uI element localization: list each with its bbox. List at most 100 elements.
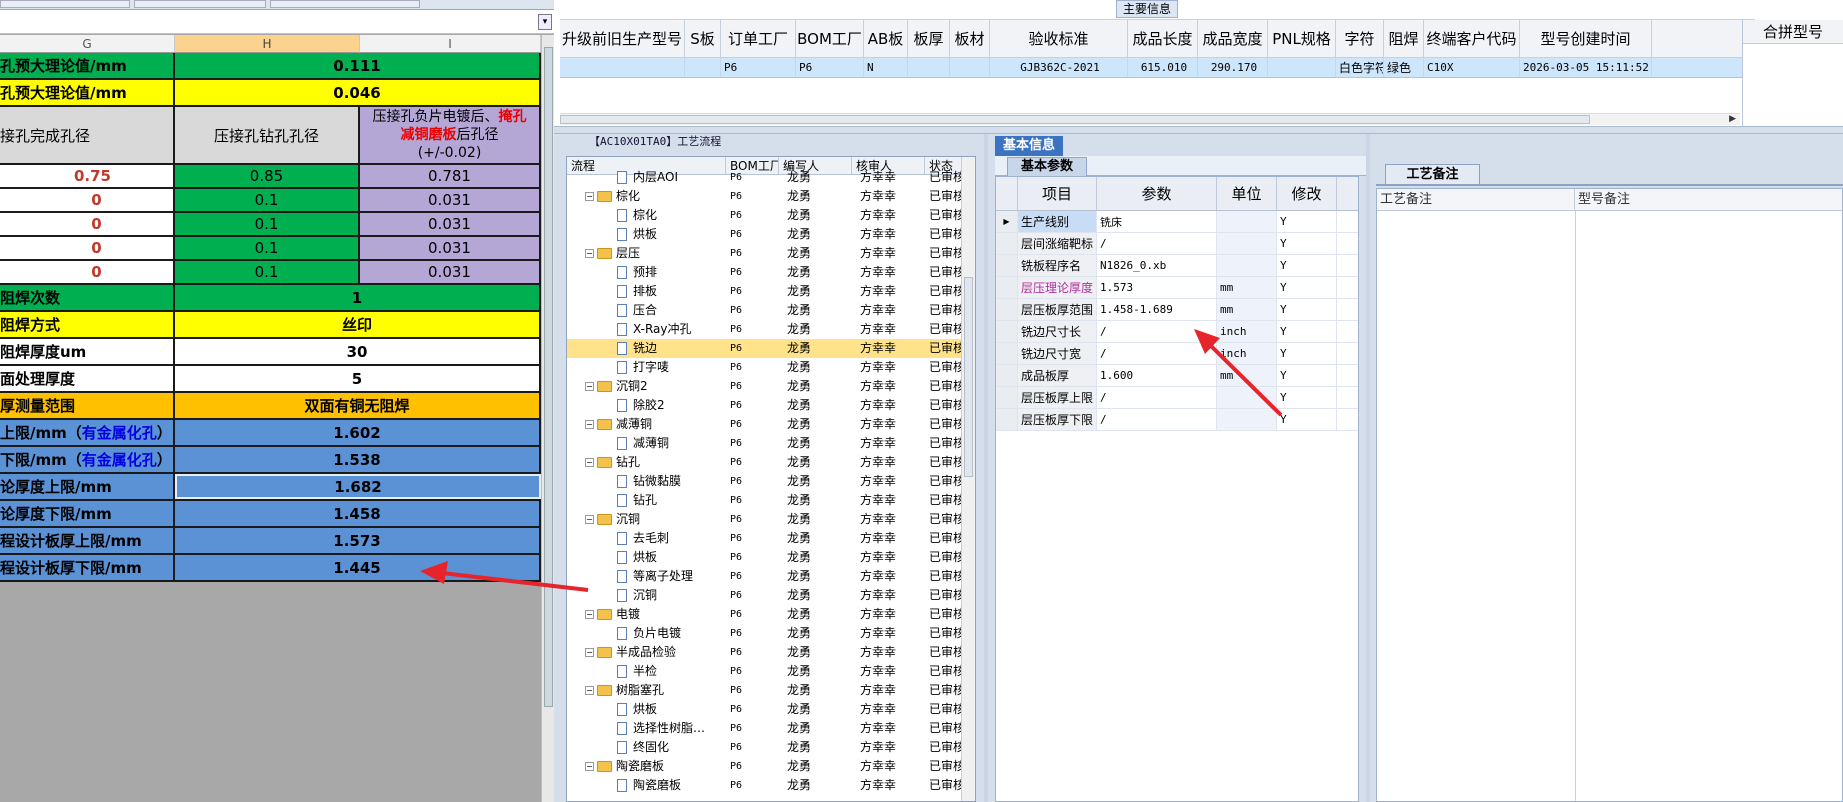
- param-modify[interactable]: Y: [1277, 299, 1337, 320]
- process-scrollbar[interactable]: [961, 157, 975, 801]
- cell-value[interactable]: 0.1: [175, 213, 360, 235]
- cell-value[interactable]: 1.538: [175, 447, 541, 472]
- process-row[interactable]: 烘板 P6 龙勇 方幸幸 已审核: [567, 548, 975, 567]
- process-row[interactable]: − 半成品检验 P6 龙勇 方幸幸 已审核: [567, 643, 975, 662]
- param-column-header[interactable]: 修改: [1277, 177, 1337, 210]
- process-node[interactable]: 烘板: [567, 225, 726, 244]
- process-node[interactable]: 烘板: [567, 700, 726, 719]
- process-node[interactable]: 钻微黏膜: [567, 472, 726, 491]
- param-row[interactable]: 成品板厚 1.600 mm Y: [996, 365, 1358, 387]
- process-node[interactable]: − 沉铜2: [567, 377, 726, 396]
- process-node[interactable]: 铣边: [567, 339, 726, 358]
- process-row[interactable]: 减薄铜 P6 龙勇 方幸幸 已审核: [567, 434, 975, 453]
- grid-cell[interactable]: [908, 58, 950, 77]
- cell-label[interactable]: 阻焊方式: [0, 312, 175, 337]
- process-row[interactable]: 烘板 P6 龙勇 方幸幸 已审核: [567, 700, 975, 719]
- column-header[interactable]: BOM工厂: [796, 20, 864, 57]
- process-node[interactable]: 打字唛: [567, 358, 726, 377]
- toolbar-button[interactable]: [134, 0, 266, 8]
- cell-value[interactable]: 双面有铜无阻焊: [175, 393, 541, 418]
- cell-value[interactable]: 1.602: [175, 420, 541, 445]
- cell-label[interactable]: 厚测量范围: [0, 393, 175, 418]
- process-row[interactable]: − 电镀 P6 龙勇 方幸幸 已审核: [567, 605, 975, 624]
- cell-header[interactable]: 压接孔钻孔孔径: [175, 107, 360, 163]
- cell-label[interactable]: 论厚度下限/mm: [0, 501, 175, 526]
- collapse-toggle-icon[interactable]: −: [585, 762, 594, 771]
- param-modify[interactable]: Y: [1277, 387, 1337, 408]
- horizontal-splitter[interactable]: [554, 126, 1843, 134]
- column-header-h[interactable]: H: [175, 35, 360, 53]
- toolbar-button[interactable]: [270, 0, 420, 8]
- param-modify[interactable]: Y: [1277, 211, 1337, 232]
- column-header[interactable]: 字符: [1336, 20, 1384, 57]
- column-header[interactable]: 成品长度: [1128, 20, 1198, 57]
- column-header-i[interactable]: I: [360, 35, 541, 53]
- process-node[interactable]: 陶瓷磨板: [567, 776, 726, 795]
- param-modify[interactable]: Y: [1277, 409, 1337, 430]
- process-node[interactable]: 烘板: [567, 548, 726, 567]
- collapse-toggle-icon[interactable]: −: [585, 458, 594, 467]
- collapse-toggle-icon[interactable]: −: [585, 192, 594, 201]
- param-value[interactable]: 1.458-1.689: [1097, 299, 1217, 320]
- cell-label[interactable]: 下限/mm（ 有金属化孔）: [0, 447, 175, 472]
- cell-value[interactable]: 1.573: [175, 528, 541, 553]
- cell-value[interactable]: 0.031: [360, 261, 541, 283]
- cell-label[interactable]: 孔预大理论值/mm: [0, 80, 175, 105]
- cell-label[interactable]: 面处理厚度: [0, 366, 175, 391]
- param-modify[interactable]: Y: [1277, 365, 1337, 386]
- grid-cell[interactable]: 290.170: [1198, 58, 1268, 77]
- param-row[interactable]: 层压板厚下限 / Y: [996, 409, 1358, 431]
- param-modify[interactable]: Y: [1277, 255, 1337, 276]
- collapse-toggle-icon[interactable]: −: [585, 420, 594, 429]
- process-row[interactable]: 去毛刺 P6 龙勇 方幸幸 已审核: [567, 529, 975, 548]
- column-header[interactable]: 升级前旧生产型号: [560, 20, 685, 57]
- cell-value[interactable]: 30: [175, 339, 541, 364]
- cell-header-multi[interactable]: 压接孔负片电镀后、掩孔 减铜磨板后孔径 (+/-0.02): [360, 107, 541, 163]
- toolbar-button[interactable]: [0, 0, 130, 8]
- process-node[interactable]: 压合: [567, 301, 726, 320]
- process-node[interactable]: 选择性树脂…: [567, 719, 726, 738]
- param-column-header[interactable]: 单位: [1217, 177, 1277, 210]
- cell-value[interactable]: 0.1: [175, 189, 360, 211]
- param-row[interactable]: 铣板程序名 N1826_0.xb Y: [996, 255, 1358, 277]
- cell-value[interactable]: 0.85: [175, 165, 360, 187]
- param-value[interactable]: /: [1097, 387, 1217, 408]
- process-row[interactable]: 钻孔 P6 龙勇 方幸幸 已审核: [567, 491, 975, 510]
- process-row[interactable]: 预排 P6 龙勇 方幸幸 已审核: [567, 263, 975, 282]
- cell-value[interactable]: 丝印: [175, 312, 541, 337]
- process-row[interactable]: 除胶2 P6 龙勇 方幸幸 已审核: [567, 396, 975, 415]
- param-value[interactable]: /: [1097, 343, 1217, 364]
- column-header[interactable]: 型号创建时间: [1520, 20, 1652, 57]
- grid-cell[interactable]: [560, 58, 685, 77]
- process-row[interactable]: 压合 P6 龙勇 方幸幸 已审核: [567, 301, 975, 320]
- cell-value[interactable]: 0.031: [360, 237, 541, 259]
- cell-value[interactable]: 1.682: [175, 474, 541, 499]
- column-header[interactable]: S板: [685, 20, 721, 57]
- process-row[interactable]: 排板 P6 龙勇 方幸幸 已审核: [567, 282, 975, 301]
- param-value[interactable]: /: [1097, 409, 1217, 430]
- process-row[interactable]: 终固化 P6 龙勇 方幸幸 已审核: [567, 738, 975, 757]
- column-header[interactable]: 板厚: [908, 20, 950, 57]
- cell-value[interactable]: 5: [175, 366, 541, 391]
- cell-value[interactable]: 0: [0, 261, 175, 283]
- collapse-toggle-icon[interactable]: −: [585, 249, 594, 258]
- process-row[interactable]: 负片电镀 P6 龙勇 方幸幸 已审核: [567, 624, 975, 643]
- process-row[interactable]: − 钻孔 P6 龙勇 方幸幸 已审核: [567, 453, 975, 472]
- param-row[interactable]: 层间涨缩靶标 / Y: [996, 233, 1358, 255]
- process-node[interactable]: − 树脂塞孔: [567, 681, 726, 700]
- grid-cell[interactable]: [950, 58, 990, 77]
- chevron-down-icon[interactable]: ▾: [538, 14, 552, 30]
- grid-cell[interactable]: P6: [721, 58, 796, 77]
- param-row[interactable]: ▶ 生产线别 铣床 Y: [996, 211, 1358, 233]
- tab-basic-info[interactable]: 基本信息: [995, 136, 1063, 156]
- cell-value[interactable]: 0.031: [360, 213, 541, 235]
- param-column-header[interactable]: 项目: [1018, 177, 1097, 210]
- param-value[interactable]: 1.573: [1097, 277, 1217, 298]
- cell-value[interactable]: 0.75: [0, 165, 175, 187]
- process-row[interactable]: 选择性树脂… P6 龙勇 方幸幸 已审核: [567, 719, 975, 738]
- collapse-toggle-icon[interactable]: −: [585, 515, 594, 524]
- collapse-toggle-icon[interactable]: −: [585, 610, 594, 619]
- param-row[interactable]: 层压理论厚度 1.573 mm Y: [996, 277, 1358, 299]
- process-node[interactable]: 内层AOI: [567, 168, 726, 187]
- process-row[interactable]: − 减薄铜 P6 龙勇 方幸幸 已审核: [567, 415, 975, 434]
